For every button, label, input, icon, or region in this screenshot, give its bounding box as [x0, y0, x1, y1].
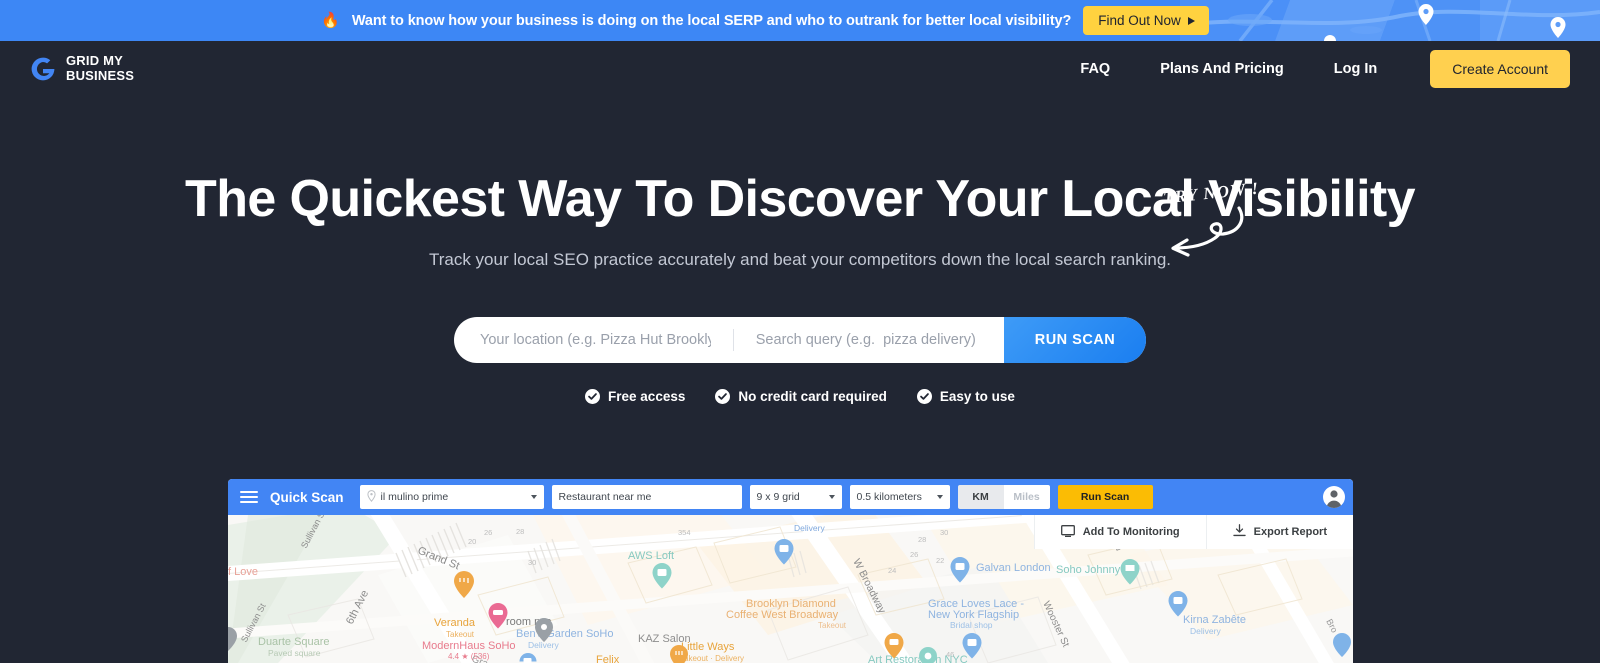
download-icon: [1232, 524, 1246, 540]
app-preview: Quick Scan il mulino prime Restaurant ne…: [228, 479, 1353, 663]
app-radius-select[interactable]: 0.5 kilometers: [849, 485, 950, 509]
feature-label: Easy to use: [939, 388, 1015, 404]
g-logo-icon: [30, 56, 56, 82]
brand-line-1: GRID MY: [66, 52, 124, 68]
chevron-down-icon: [936, 495, 943, 499]
app-run-scan-button[interactable]: Run Scan: [1057, 485, 1153, 509]
feature-list: Free access No credit card required Easy…: [0, 388, 1600, 404]
navbar-links: FAQ Plans And Pricing Log In Create Acco…: [1055, 49, 1570, 88]
brand-line-2: BUSINESS: [66, 67, 135, 83]
flame-icon: 🔥: [321, 12, 340, 29]
add-to-monitoring-label: Add To Monitoring: [1082, 526, 1180, 538]
promo-banner: 🔥 Want to know how your business is doin…: [0, 0, 1600, 41]
feature-free-access: Free access: [585, 388, 686, 404]
monitor-icon: [1060, 524, 1075, 540]
location-input[interactable]: [454, 316, 733, 363]
run-scan-button[interactable]: RUN SCAN: [1004, 316, 1146, 363]
app-query-input[interactable]: Restaurant near me: [551, 485, 742, 509]
brand-logo[interactable]: GRID MY BUSINESS: [30, 52, 135, 84]
check-circle-icon: [916, 388, 932, 404]
page-subtitle: Track your local SEO practice accurately…: [428, 249, 1172, 269]
brand-name: GRID MY BUSINESS: [66, 52, 135, 84]
find-out-now-label: Find Out Now: [1098, 13, 1181, 28]
check-circle-icon: [715, 388, 731, 404]
export-report-label: Export Report: [1253, 526, 1327, 538]
nav-link-log-in[interactable]: Log In: [1309, 61, 1403, 77]
map-pin-icon: [366, 489, 376, 505]
chevron-down-icon: [828, 495, 835, 499]
hero-section: The Quickest Way To Discover Your Local …: [0, 172, 1600, 404]
unit-toggle: KM Miles: [957, 485, 1050, 509]
search-bar: RUN SCAN: [454, 316, 1146, 363]
nav-link-plans-and-pricing[interactable]: Plans And Pricing: [1135, 61, 1309, 77]
app-location-value: il mulino prime: [380, 491, 449, 503]
create-account-button[interactable]: Create Account: [1430, 49, 1570, 88]
chevron-down-icon: [530, 495, 537, 499]
search-query-input[interactable]: [733, 316, 1004, 363]
app-toolbar: Quick Scan il mulino prime Restaurant ne…: [228, 479, 1353, 515]
hamburger-icon[interactable]: [240, 488, 258, 506]
map-action-bar: Add To Monitoring Export Report: [1033, 515, 1353, 549]
feature-label: Free access: [608, 388, 686, 404]
promo-text: Want to know how your business is doing …: [351, 12, 1072, 29]
search-section: RUN SCAN: [0, 316, 1600, 363]
app-location-input[interactable]: il mulino prime: [359, 485, 544, 509]
app-grid-select[interactable]: 9 x 9 grid: [749, 485, 842, 509]
app-grid-value: 9 x 9 grid: [756, 491, 800, 503]
feature-no-credit-card: No credit card required: [715, 388, 887, 404]
app-title: Quick Scan: [270, 489, 344, 505]
main-navbar: GRID MY BUSINESS FAQ Plans And Pricing L…: [0, 41, 1600, 96]
map-canvas[interactable]: Sullivan St Sullivan St Grand St 6th Ave…: [228, 515, 1353, 663]
user-avatar-icon[interactable]: [1323, 486, 1345, 508]
export-report-button[interactable]: Export Report: [1205, 515, 1353, 549]
add-to-monitoring-button[interactable]: Add To Monitoring: [1033, 515, 1206, 549]
feature-label: No credit card required: [738, 388, 887, 404]
nav-link-faq[interactable]: FAQ: [1055, 61, 1135, 77]
unit-km-button[interactable]: KM: [957, 485, 1004, 509]
unit-miles-button[interactable]: Miles: [1003, 485, 1050, 509]
app-radius-value: 0.5 kilometers: [856, 491, 922, 503]
find-out-now-button[interactable]: Find Out Now: [1083, 6, 1209, 35]
check-circle-icon: [585, 388, 601, 404]
feature-easy-to-use: Easy to use: [916, 388, 1015, 404]
play-triangle-icon: [1187, 16, 1195, 25]
promo-map-decoration: [1180, 0, 1600, 41]
page-title: The Quickest Way To Discover Your Local …: [185, 170, 1416, 228]
app-query-value: Restaurant near me: [558, 491, 652, 503]
